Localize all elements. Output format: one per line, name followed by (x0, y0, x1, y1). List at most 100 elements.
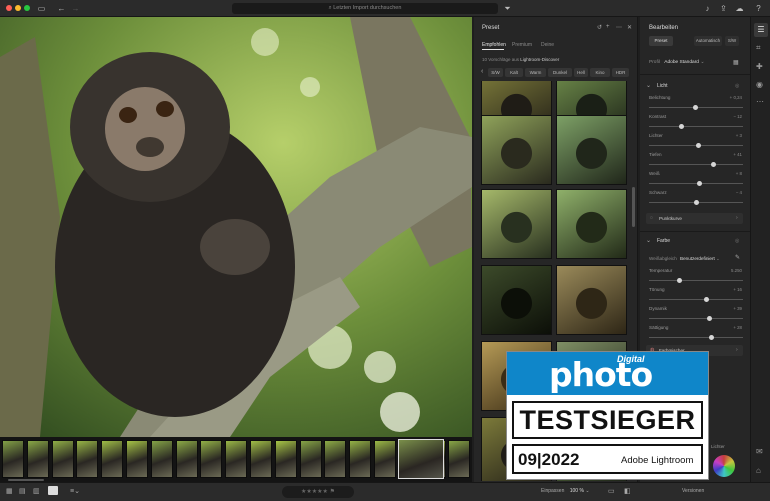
search-input[interactable]: ⌕ Letzten Import durchsuchen (232, 3, 498, 14)
visibility-eye-icon[interactable]: ◎ (735, 83, 739, 89)
slider-knob[interactable] (704, 297, 709, 302)
close-icon[interactable]: ✕ (627, 24, 632, 31)
chip-bw[interactable]: S/W (488, 68, 503, 77)
healing-icon[interactable]: ✚ (756, 62, 763, 71)
crop-icon[interactable]: ⌗ (756, 43, 761, 53)
filmstrip[interactable] (0, 437, 472, 482)
reset-icon[interactable]: ↺ (597, 24, 602, 31)
slider-value[interactable]: + 41 (722, 152, 742, 157)
filmstrip-thumbnail[interactable] (26, 440, 49, 478)
tab-recommended[interactable]: Empfohlen (482, 42, 506, 48)
filmstrip-thumbnail[interactable] (2, 440, 24, 478)
slider-value[interactable]: − 12 (722, 114, 742, 119)
minimize-window-button[interactable] (15, 5, 21, 11)
preset-thumbnail[interactable] (556, 189, 627, 259)
filmstrip-thumbnail[interactable] (274, 440, 297, 478)
slider-knob[interactable] (677, 278, 682, 283)
bell-icon[interactable]: ♪ (702, 3, 713, 14)
slider-value[interactable]: + 16 (722, 287, 742, 292)
before-after-icon[interactable]: ◧ (624, 487, 631, 495)
bw-button[interactable]: S/W (725, 36, 739, 46)
filmstrip-thumbnail[interactable] (250, 440, 272, 478)
filmstrip-thumbnail[interactable] (76, 440, 99, 478)
suggestions-source[interactable]: Lightroom-Discover (520, 57, 559, 62)
preset-thumbnail[interactable] (481, 115, 552, 185)
edit-sliders-icon[interactable]: ☰ (754, 23, 768, 37)
filmstrip-thumbnail[interactable] (299, 440, 322, 478)
sort-icon[interactable]: ≡⌄ (70, 487, 80, 495)
slider-knob[interactable] (707, 316, 712, 321)
more-tools-icon[interactable]: ⋯ (756, 97, 764, 106)
rating-control[interactable]: ★★★★★ ⚑ (282, 486, 354, 498)
single-view-icon[interactable] (48, 486, 58, 495)
tag-icon[interactable]: ⌂ (756, 466, 761, 475)
slider-knob[interactable] (696, 143, 701, 148)
filmstrip-thumbnail[interactable] (175, 440, 198, 478)
slider-track[interactable] (649, 126, 743, 127)
auto-button[interactable]: Automatisch (694, 36, 722, 46)
eyedropper-icon[interactable]: ✎ (735, 254, 740, 261)
preset-thumbnail[interactable] (556, 265, 627, 335)
slider-value[interactable]: − 4 (722, 190, 742, 195)
slider-value[interactable]: + 39 (722, 306, 742, 311)
tab-yours[interactable]: Deine (541, 42, 554, 48)
preset-thumbnail[interactable] (481, 265, 552, 335)
slider-track[interactable] (649, 318, 743, 319)
zoom-control[interactable]: Einpassen 100 % ⌄ (541, 488, 590, 494)
slider-track[interactable] (649, 183, 743, 184)
chip-bright[interactable]: Hell (574, 68, 588, 77)
color-wheel[interactable] (713, 455, 735, 477)
chevron-left-icon[interactable]: ‹ (481, 68, 483, 75)
slider-knob[interactable] (709, 335, 714, 340)
preset-scrollbar[interactable] (632, 187, 635, 227)
comment-icon[interactable]: ✉ (756, 447, 763, 456)
add-icon[interactable]: + (606, 24, 610, 30)
more-icon[interactable]: ⋯ (616, 24, 622, 31)
slider-track[interactable] (649, 280, 743, 281)
square-grid-icon[interactable]: ▤ (19, 487, 26, 495)
back-arrow-icon[interactable]: ← (56, 3, 67, 14)
filmstrip-thumbnail[interactable] (126, 440, 148, 478)
slider-track[interactable] (649, 299, 743, 300)
filmstrip-thumbnail[interactable] (150, 440, 173, 478)
slider-value[interactable]: + 3 (722, 133, 742, 138)
sidebar-toggle-icon[interactable]: ▭ (36, 3, 47, 14)
light-chevron-icon[interactable]: ⌄ (646, 82, 651, 89)
chip-warm[interactable]: Warm (525, 68, 546, 77)
white-balance-row[interactable]: Weißabgleich Benutzerdefiniert ⌄ (649, 256, 720, 262)
cloud-icon[interactable]: ☁ (734, 3, 745, 14)
chip-cold[interactable]: Kalt (505, 68, 523, 77)
slider-knob[interactable] (693, 105, 698, 110)
filmstrip-thumbnail[interactable] (225, 440, 248, 478)
slider-value[interactable]: + 0,24 (722, 95, 742, 100)
close-window-button[interactable] (6, 5, 12, 11)
forward-arrow-icon[interactable]: → (70, 3, 81, 14)
filmstrip-selected-thumbnail[interactable] (398, 439, 444, 479)
visibility-eye-icon[interactable]: ◎ (735, 238, 739, 244)
preset-thumbnail[interactable] (556, 115, 627, 185)
slider-value[interactable]: + 28 (722, 325, 742, 330)
tab-premium[interactable]: Premium (512, 42, 532, 48)
slider-knob[interactable] (694, 200, 699, 205)
slider-knob[interactable] (679, 124, 684, 129)
slider-track[interactable] (649, 337, 743, 338)
flag-icon[interactable]: ⚑ (330, 489, 335, 495)
slider-value[interactable]: 5.250 (722, 268, 742, 273)
preset-thumbnail[interactable] (481, 189, 552, 259)
slider-value[interactable]: + 8 (722, 171, 742, 176)
filmstrip-thumbnail[interactable] (324, 440, 347, 478)
masking-icon[interactable]: ◉ (756, 80, 763, 89)
color-section-header[interactable]: Farbe (657, 238, 670, 244)
slider-knob[interactable] (711, 162, 716, 167)
compare-icon[interactable]: ▭ (608, 487, 615, 495)
zoom-window-button[interactable] (24, 5, 30, 11)
color-chevron-icon[interactable]: ⌄ (646, 237, 651, 244)
versions-button[interactable]: Versionen (682, 488, 704, 494)
star-icon[interactable]: ★★★★★ (301, 489, 328, 495)
preset-button[interactable]: Preset (649, 36, 673, 46)
filmstrip-scrollbar[interactable] (8, 479, 44, 481)
filmstrip-thumbnail[interactable] (51, 440, 74, 478)
chip-dark[interactable]: Dunkel (548, 68, 572, 77)
point-curve-row[interactable]: ◌ Punktkurve › (646, 213, 743, 224)
detail-view-icon[interactable]: ▥ (33, 487, 40, 495)
